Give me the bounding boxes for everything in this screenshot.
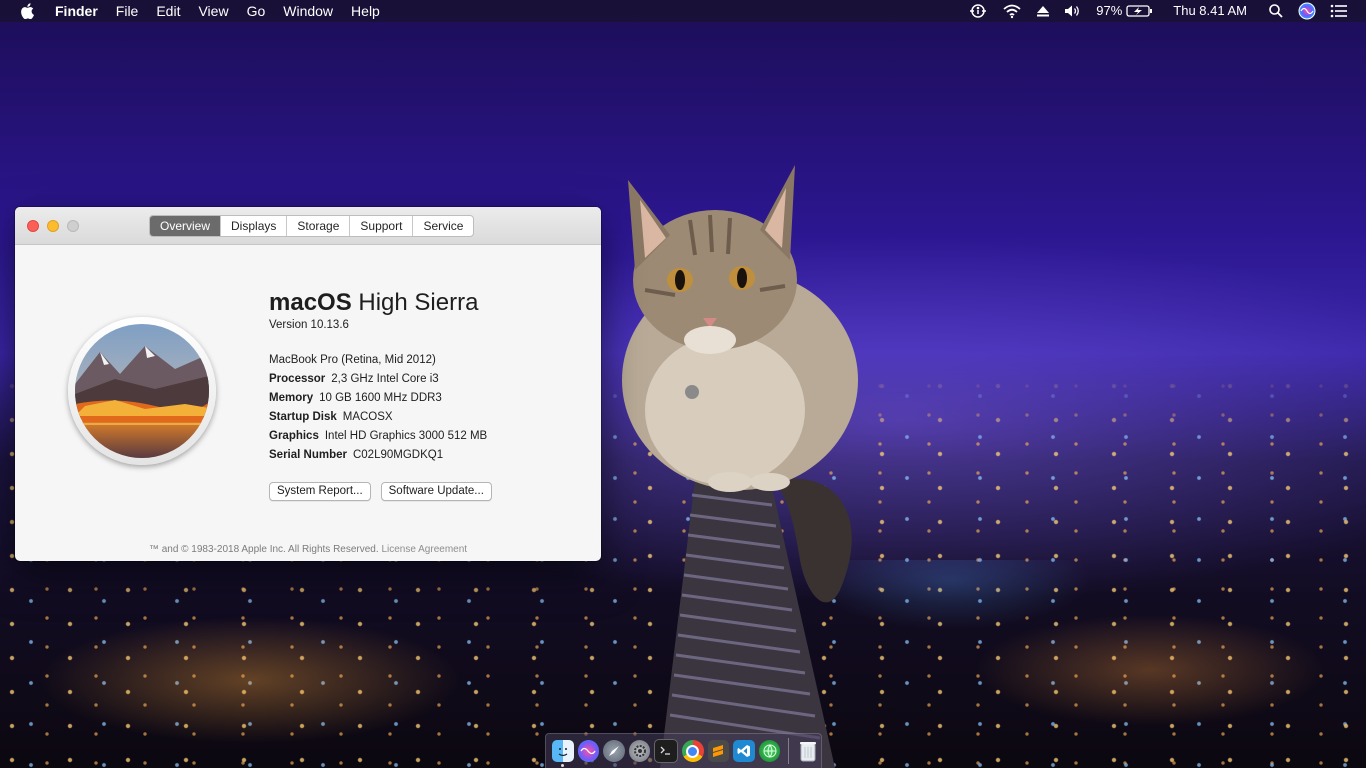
vscode-icon[interactable] xyxy=(733,740,755,762)
license-agreement-link[interactable]: License Agreement xyxy=(381,544,467,555)
window-titlebar[interactable]: Overview Displays Storage Support Servic… xyxy=(15,207,601,245)
segmented-tabs: Overview Displays Storage Support Servic… xyxy=(149,215,475,237)
spec-key: Graphics xyxy=(269,430,319,442)
high-sierra-landscape-icon xyxy=(75,324,209,458)
accessibility-status[interactable] xyxy=(961,3,995,19)
terminal-icon[interactable] xyxy=(654,739,679,763)
eject-icon xyxy=(1037,6,1050,17)
battery-charging-icon xyxy=(1126,5,1153,17)
model-name: MacBook Pro (Retina, Mid 2012) xyxy=(269,351,492,370)
action-buttons: System Report... Software Update... xyxy=(269,482,492,501)
siri-status[interactable] xyxy=(1291,2,1323,20)
system-preferences-icon[interactable] xyxy=(628,740,651,762)
close-button[interactable] xyxy=(27,220,39,232)
volume-icon xyxy=(1065,5,1080,17)
battery-status[interactable]: 97% xyxy=(1089,0,1161,22)
wifi-status[interactable] xyxy=(995,3,1029,19)
eject-status[interactable] xyxy=(1029,4,1057,18)
accessibility-icon xyxy=(970,4,987,18)
tab-support[interactable]: Support xyxy=(349,216,412,236)
trash-icon[interactable] xyxy=(797,740,819,762)
system-info: macOS High Sierra Version 10.13.6 MacBoo… xyxy=(269,289,492,501)
network-globe-icon[interactable] xyxy=(758,740,781,762)
tab-service[interactable]: Service xyxy=(412,216,473,236)
os-version: Version 10.13.6 xyxy=(269,319,349,331)
copyright-footer: ™ and © 1983-2018 Apple Inc. All Rights … xyxy=(15,544,601,555)
tab-displays[interactable]: Displays xyxy=(220,216,286,236)
notification-center-status[interactable] xyxy=(1323,4,1366,18)
menu-app-finder[interactable]: Finder xyxy=(46,0,107,22)
spec-key: Serial Number xyxy=(269,449,347,461)
clock[interactable]: Thu 8.41 AM xyxy=(1161,0,1261,22)
os-name-light: High Sierra xyxy=(358,289,479,316)
chrome-icon[interactable] xyxy=(682,740,704,762)
window-controls xyxy=(27,220,79,232)
launchpad-icon[interactable] xyxy=(603,740,625,762)
system-report-button[interactable]: System Report... xyxy=(269,482,371,501)
spotlight-status[interactable] xyxy=(1261,3,1291,19)
apple-menu[interactable] xyxy=(0,3,46,19)
menu-bar: Finder File Edit View Go Window Help 97%… xyxy=(0,0,1366,22)
siri-dock-icon[interactable] xyxy=(577,740,600,762)
spec-row-processor: Processor 2,3 GHz Intel Core i3 xyxy=(269,370,492,389)
spec-row-serial-number: Serial Number C02L90MGDKQ1 xyxy=(269,446,492,465)
software-update-button[interactable]: Software Update... xyxy=(380,482,492,501)
spec-key: Startup Disk xyxy=(269,411,337,423)
menu-file[interactable]: File xyxy=(107,0,148,22)
volume-status[interactable] xyxy=(1057,4,1089,18)
cat-on-pole-image xyxy=(622,165,858,768)
spotlight-search-icon xyxy=(1269,4,1283,18)
spec-key: Processor xyxy=(269,373,326,385)
menu-help[interactable]: Help xyxy=(342,0,389,22)
spec-value: Intel HD Graphics 3000 512 MB xyxy=(324,430,488,442)
menu-edit[interactable]: Edit xyxy=(147,0,189,22)
tab-storage[interactable]: Storage xyxy=(286,216,349,236)
finder-icon[interactable] xyxy=(552,740,574,767)
spec-key: Memory xyxy=(269,392,314,404)
os-name-bold: macOS xyxy=(269,289,352,316)
spec-row-startup-disk: Startup Disk MACOSX xyxy=(269,408,492,427)
tab-overview[interactable]: Overview xyxy=(150,216,221,236)
notification-center-icon xyxy=(1330,4,1347,18)
about-this-mac-window: Overview Displays Storage Support Servic… xyxy=(15,207,601,561)
menu-go[interactable]: Go xyxy=(238,0,275,22)
spec-value: 2,3 GHz Intel Core i3 xyxy=(331,373,439,385)
zoom-button xyxy=(67,220,79,232)
spec-value: C02L90MGDKQ1 xyxy=(352,449,444,461)
spec-row-graphics: Graphics Intel HD Graphics 3000 512 MB xyxy=(269,427,492,446)
battery-percent: 97% xyxy=(1096,3,1123,18)
running-indicator xyxy=(561,764,564,767)
menu-window[interactable]: Window xyxy=(274,0,342,22)
spec-list: MacBook Pro (Retina, Mid 2012) Processor… xyxy=(269,351,492,465)
siri-icon xyxy=(1298,2,1316,20)
spec-value: 10 GB 1600 MHz DDR3 xyxy=(319,392,442,404)
sublime-text-icon[interactable] xyxy=(707,740,730,762)
wifi-icon xyxy=(1003,4,1021,19)
os-title: macOS High Sierra xyxy=(269,289,492,317)
apple-icon xyxy=(21,3,34,19)
spec-value: MACOSX xyxy=(342,411,393,423)
menu-view[interactable]: View xyxy=(189,0,237,22)
dock xyxy=(545,733,822,768)
overview-pane: macOS High Sierra Version 10.13.6 MacBoo… xyxy=(15,245,601,561)
dock-separator xyxy=(788,738,790,764)
model-value: MacBook Pro (Retina, Mid 2012) xyxy=(269,354,436,366)
copyright-text: ™ and © 1983-2018 Apple Inc. All Rights … xyxy=(148,544,379,555)
high-sierra-logo xyxy=(68,317,216,465)
spec-row-memory: Memory 10 GB 1600 MHz DDR3 xyxy=(269,389,492,408)
minimize-button[interactable] xyxy=(47,220,59,232)
